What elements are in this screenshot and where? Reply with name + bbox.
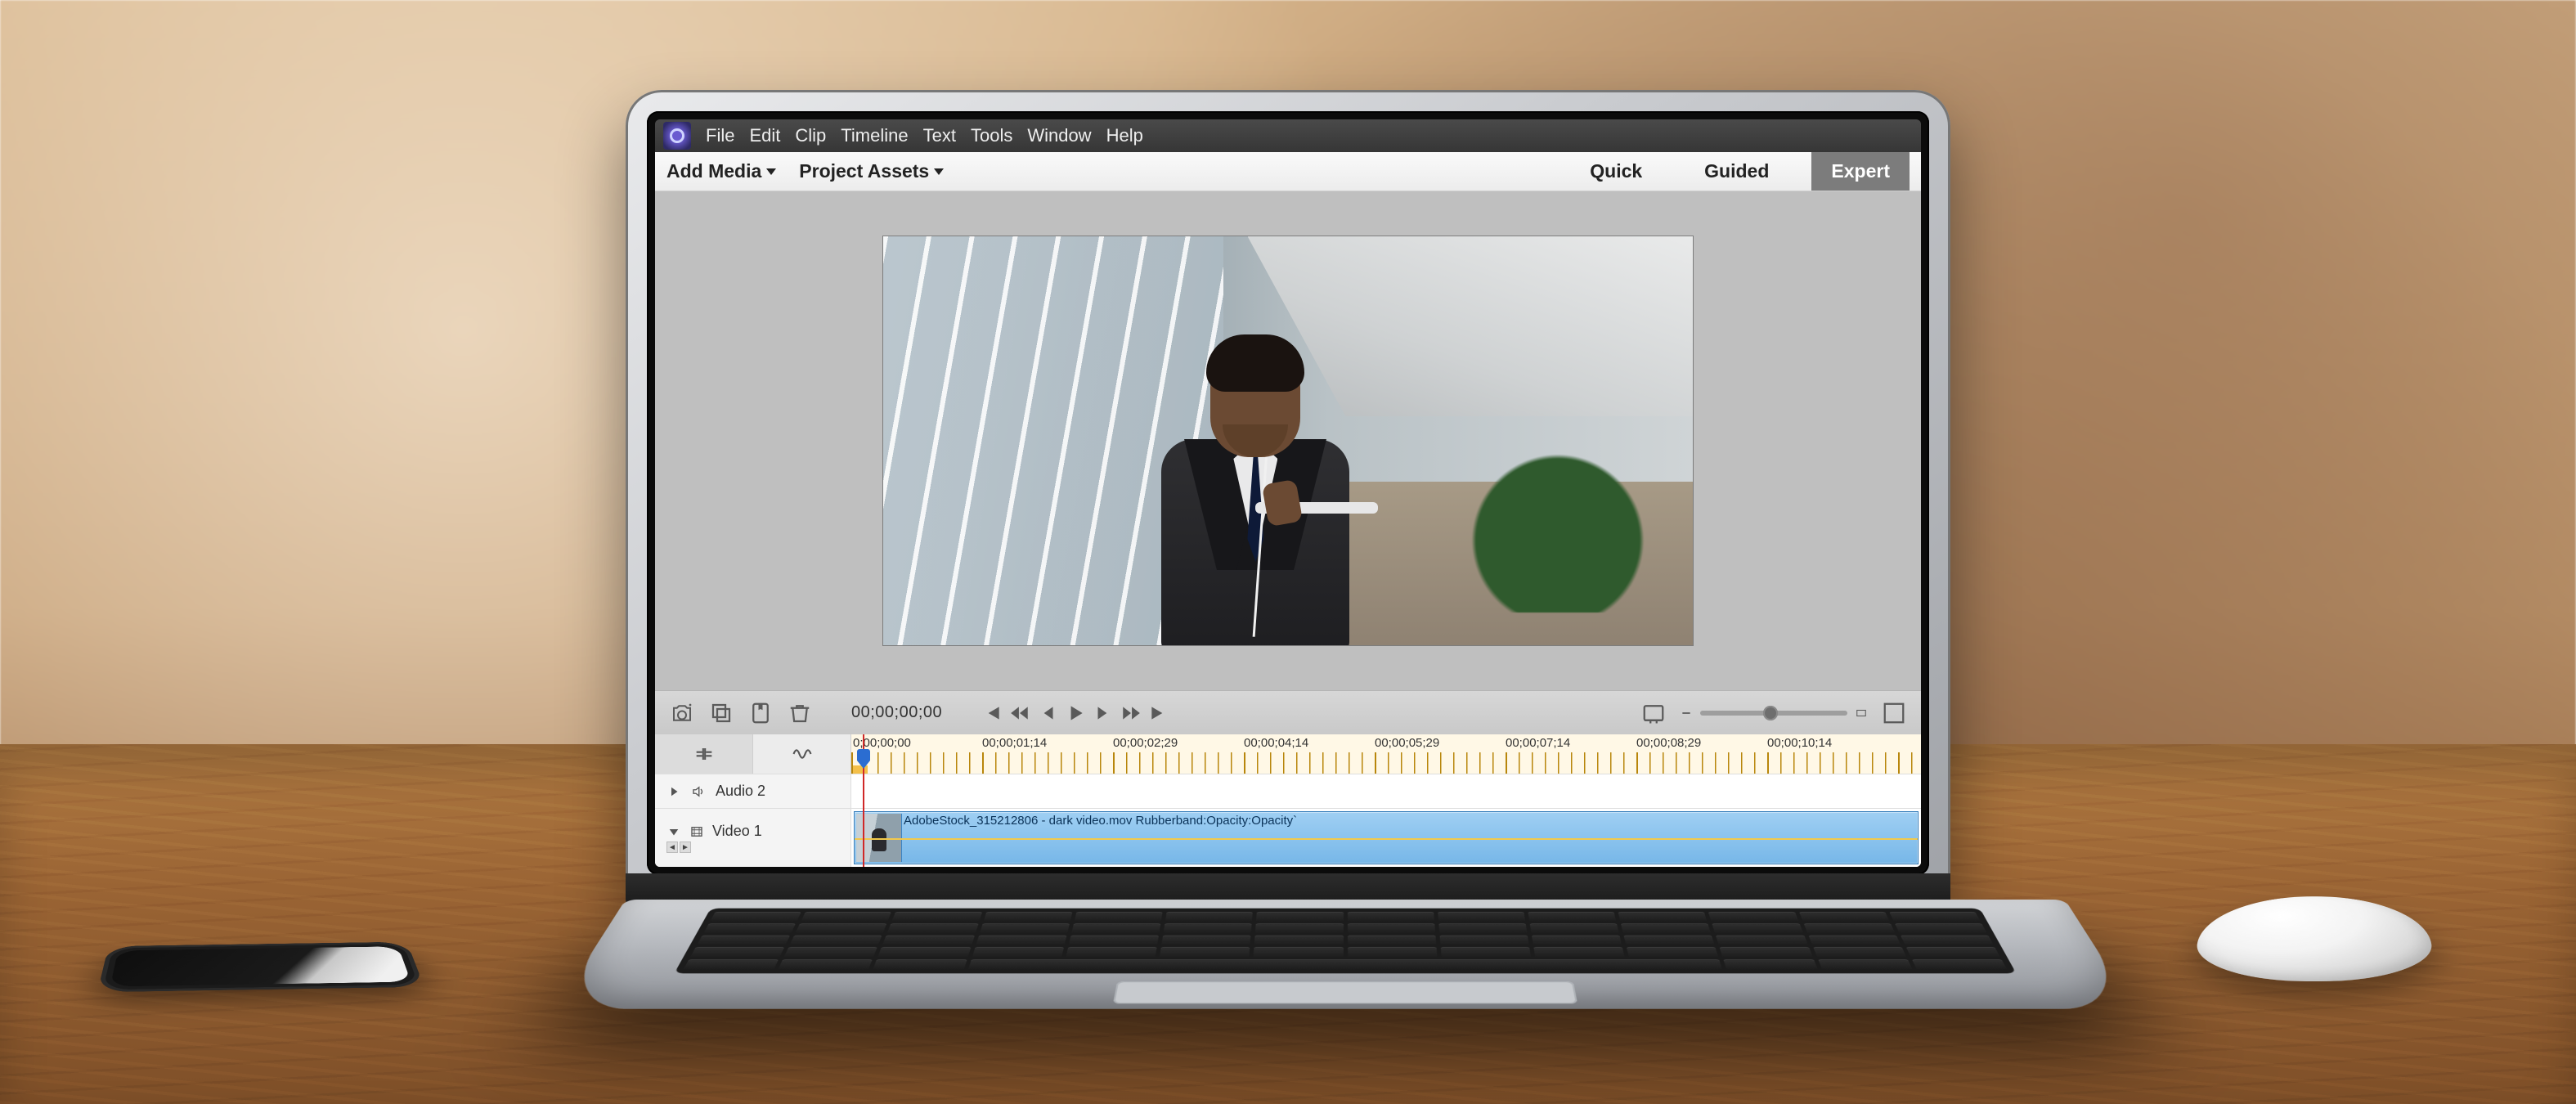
caret-down-icon xyxy=(766,168,776,175)
preview-frame[interactable] xyxy=(883,236,1693,645)
ruler-label: 00;00;02;29 xyxy=(1113,736,1178,750)
ruler-label: 0;00;00;00 xyxy=(853,736,911,750)
menu-file[interactable]: File xyxy=(706,125,734,146)
track-name: Audio 2 xyxy=(716,783,765,800)
add-media-label: Add Media xyxy=(666,160,761,182)
rewind-icon[interactable] xyxy=(1009,702,1030,724)
track-header-video-1[interactable]: Video 1 ◄ ► xyxy=(655,809,851,867)
laptop-keyboard xyxy=(674,909,2016,974)
nudge-left-icon[interactable]: ◄ xyxy=(666,841,678,853)
tab-quick[interactable]: Quick xyxy=(1570,152,1662,191)
caret-down-icon xyxy=(934,168,944,175)
marker-icon[interactable] xyxy=(748,701,773,725)
ruler-label: 00;00;07;14 xyxy=(1506,736,1570,750)
collapse-down-icon[interactable] xyxy=(666,824,681,839)
menu-text[interactable]: Text xyxy=(923,125,956,146)
project-assets-label: Project Assets xyxy=(799,160,929,182)
ruler-label: 00;00;04;14 xyxy=(1244,736,1308,750)
timeline-header: 0;00;00;00 00;00;01;14 00;00;02;29 00;00… xyxy=(655,734,1921,774)
playhead[interactable] xyxy=(863,734,864,867)
mode-toolbar: Add Media Project Assets Quick Guided Ex… xyxy=(655,152,1921,191)
duplicate-icon[interactable] xyxy=(709,701,734,725)
track-nudge-controls[interactable]: ◄ ► xyxy=(666,841,691,853)
transport-bar: 00;00;00;00 xyxy=(655,690,1921,734)
ruler-label: 00;00;05;29 xyxy=(1375,736,1439,750)
timeline-tracks: Audio 2 Video 1 ◄ xyxy=(655,774,1921,867)
preview-panel xyxy=(655,191,1921,690)
preview-subject xyxy=(1157,343,1353,645)
track-body-video-1[interactable]: AdobeStock_315212806 - dark video.mov Ru… xyxy=(851,809,1921,867)
time-ruler[interactable]: 0;00;00;00 00;00;01;14 00;00;02;29 00;00… xyxy=(851,734,1921,774)
zoom-thumb[interactable] xyxy=(1763,706,1778,720)
speaker-icon[interactable] xyxy=(691,784,706,799)
fit-screen-icon[interactable] xyxy=(1641,701,1666,725)
current-timecode: 00;00;00;00 xyxy=(851,703,942,722)
step-back-icon[interactable] xyxy=(1037,702,1058,724)
laptop: File Edit Clip Timeline Text Tools Windo… xyxy=(626,90,1950,1088)
timeline-mode-audio-icon[interactable] xyxy=(753,734,851,774)
laptop-trackpad xyxy=(1113,981,1577,1003)
laptop-deck xyxy=(555,900,2134,1009)
zoom-in-icon[interactable] xyxy=(1856,707,1867,719)
zoom-out-icon[interactable] xyxy=(1681,707,1692,719)
track-audio-2: Audio 2 xyxy=(655,774,1921,808)
track-name: Video 1 xyxy=(712,823,762,840)
go-to-end-icon[interactable] xyxy=(1148,702,1169,724)
smartphone-prop xyxy=(97,942,424,993)
play-icon[interactable] xyxy=(1065,702,1086,724)
project-assets-dropdown[interactable]: Project Assets xyxy=(799,160,944,182)
timeline-mode-video-icon[interactable] xyxy=(655,734,753,774)
go-to-start-icon[interactable] xyxy=(981,702,1003,724)
menubar: File Edit Clip Timeline Text Tools Windo… xyxy=(655,119,1921,152)
track-video-1: Video 1 ◄ ► AdobeStock_315212806 xyxy=(655,808,1921,867)
menu-clip[interactable]: Clip xyxy=(795,125,826,146)
track-body-audio-2[interactable] xyxy=(851,774,1921,808)
menu-window[interactable]: Window xyxy=(1027,125,1091,146)
video-clip[interactable]: AdobeStock_315212806 - dark video.mov Ru… xyxy=(854,811,1919,864)
clip-label: AdobeStock_315212806 - dark video.mov Ru… xyxy=(904,814,1913,828)
trash-icon[interactable] xyxy=(788,701,812,725)
camera-add-icon[interactable] xyxy=(670,701,694,725)
track-header-audio-2[interactable]: Audio 2 xyxy=(655,774,851,808)
menu-edit[interactable]: Edit xyxy=(749,125,780,146)
menu-help[interactable]: Help xyxy=(1106,125,1143,146)
clip-rubberband[interactable] xyxy=(855,838,1918,840)
ruler-label: 00;00;10;14 xyxy=(1767,736,1832,750)
nudge-right-icon[interactable]: ► xyxy=(680,841,691,853)
step-forward-icon[interactable] xyxy=(1093,702,1114,724)
ruler-label: 00;00;08;29 xyxy=(1636,736,1701,750)
fullscreen-icon[interactable] xyxy=(1882,701,1906,725)
ruler-label: 00;00;01;14 xyxy=(982,736,1047,750)
add-media-dropdown[interactable]: Add Media xyxy=(666,160,776,182)
zoom-track[interactable] xyxy=(1700,711,1847,716)
app-logo-icon xyxy=(663,122,691,150)
filmstrip-icon[interactable] xyxy=(689,824,704,839)
fast-forward-icon[interactable] xyxy=(1120,702,1142,724)
menu-timeline[interactable]: Timeline xyxy=(841,125,908,146)
tab-expert[interactable]: Expert xyxy=(1811,152,1910,191)
expand-right-icon[interactable] xyxy=(666,784,681,799)
tab-guided[interactable]: Guided xyxy=(1685,152,1788,191)
app-window: File Edit Clip Timeline Text Tools Windo… xyxy=(655,119,1921,867)
zoom-slider[interactable] xyxy=(1681,707,1867,719)
menu-tools[interactable]: Tools xyxy=(971,125,1012,146)
